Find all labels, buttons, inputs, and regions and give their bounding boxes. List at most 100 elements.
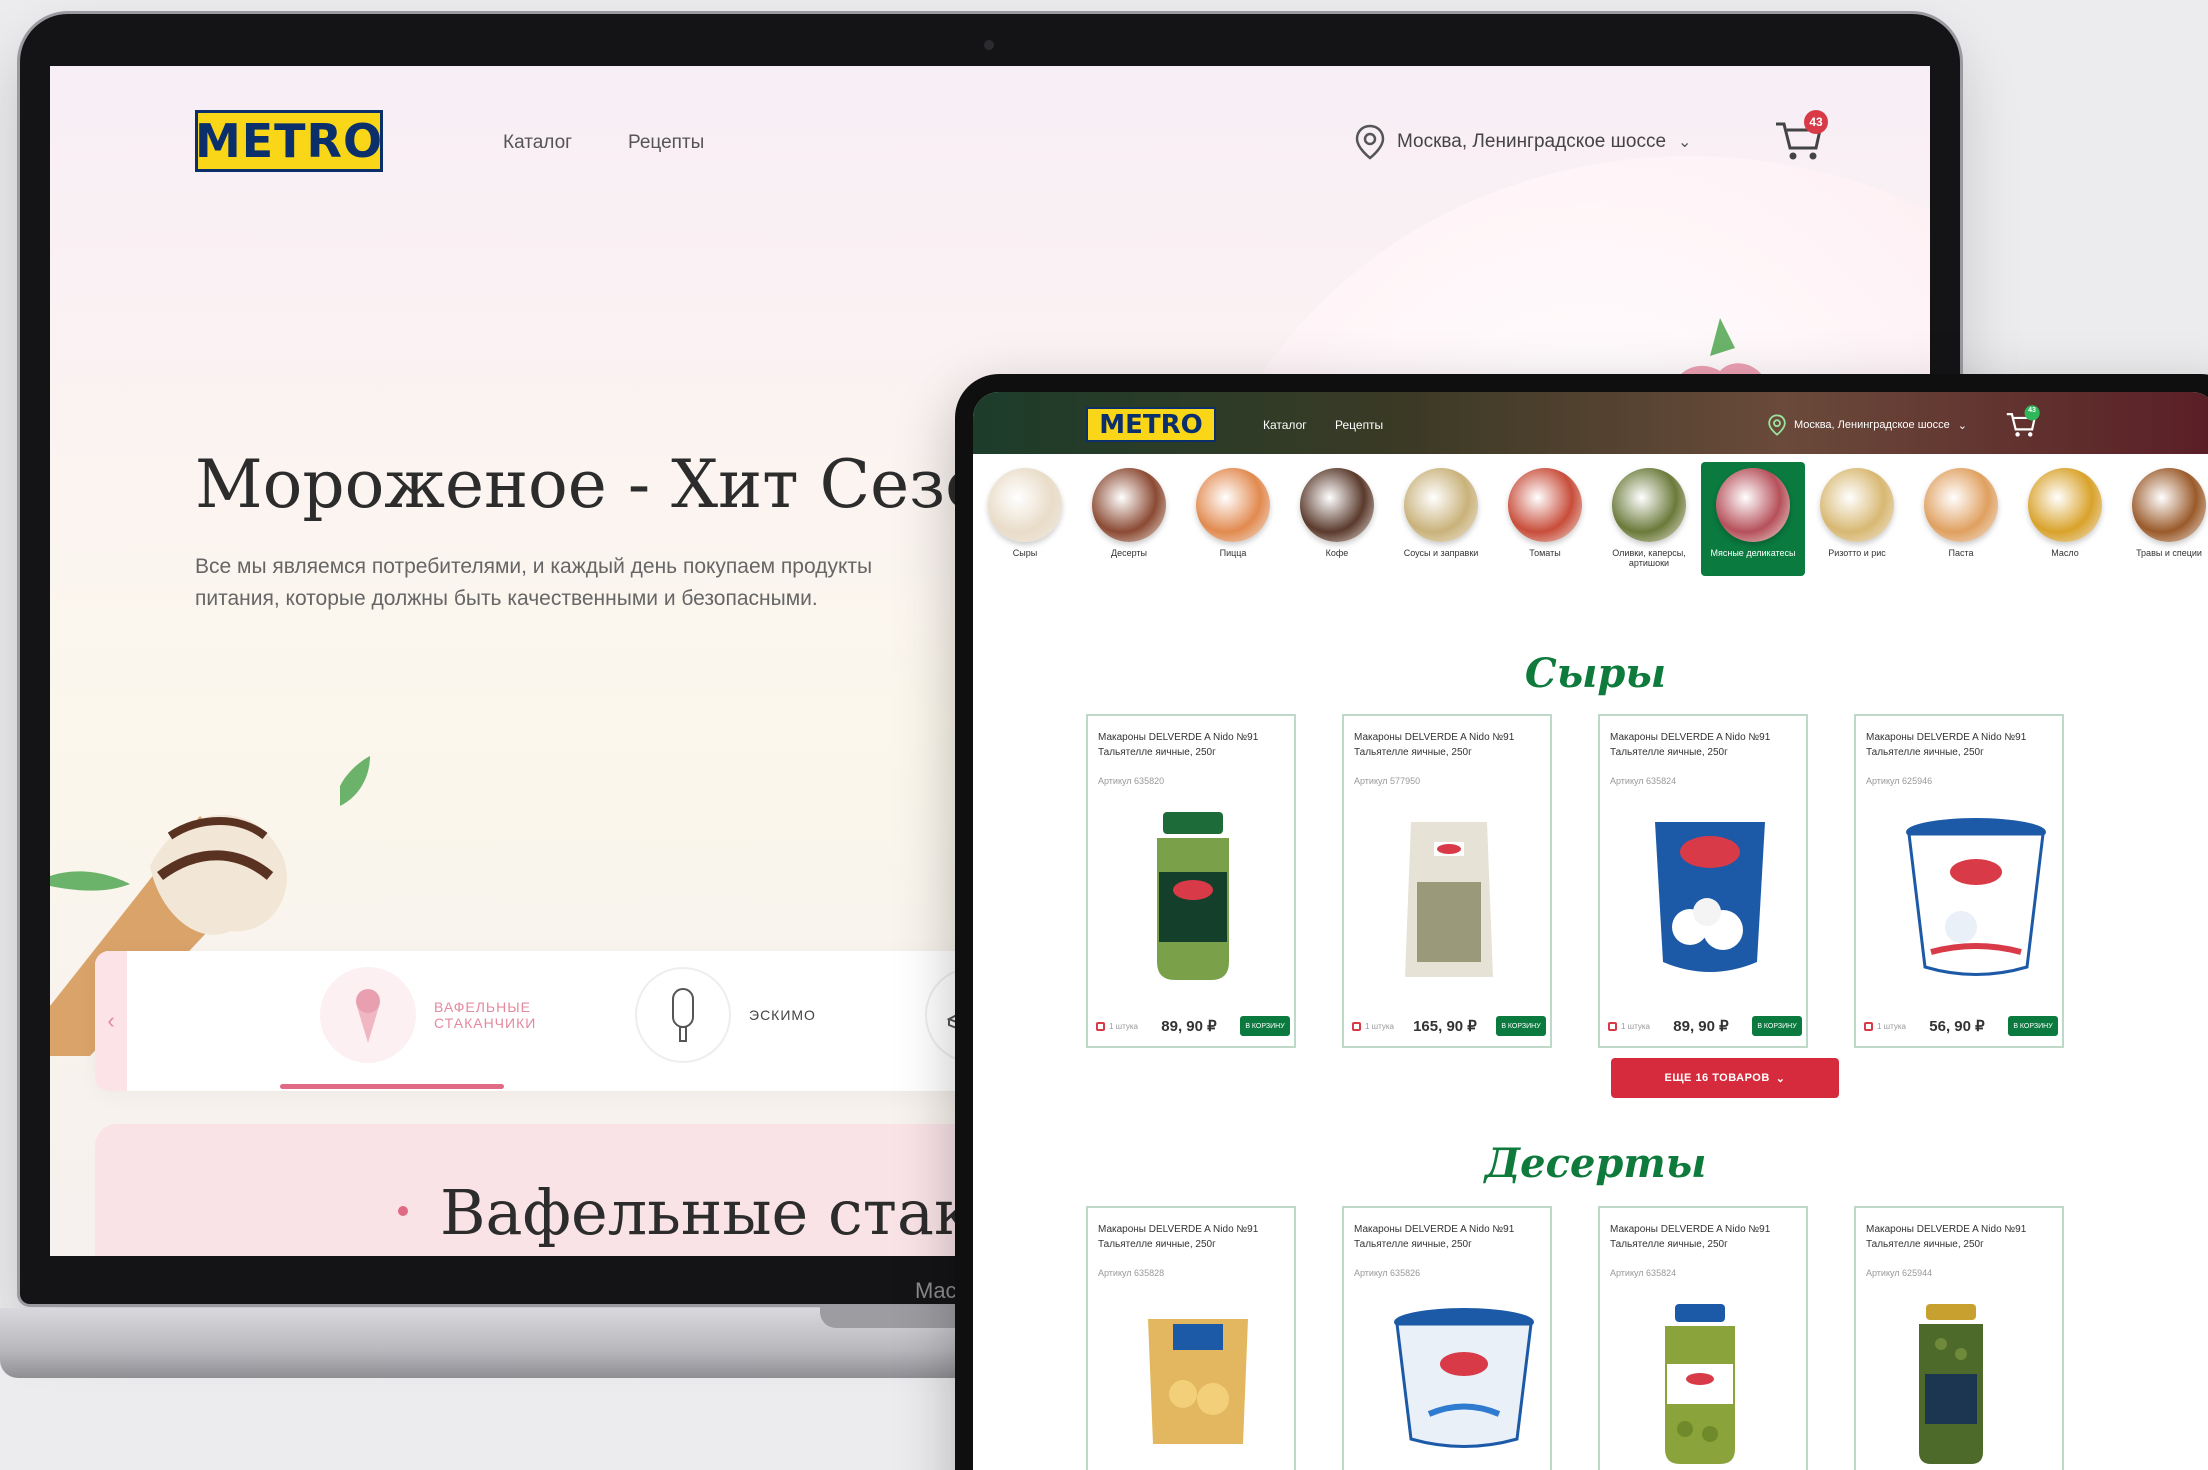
cart-button[interactable]: 43	[1770, 108, 1830, 168]
product-name: Макароны DELVERDE A Nido №91 Тальятелле …	[1610, 1224, 1771, 1250]
product-name: Макароны DELVERDE A Nido №91 Тальятелле …	[1354, 732, 1515, 758]
product-footer: 1 штука 89, 90 ₽ В КОРЗИНУ	[1608, 1016, 1802, 1036]
product-card[interactable]: Макароны DELVERDE A Nido №91 Тальятелле …	[1598, 1206, 1808, 1470]
category-label: Оливки, каперсы, артишоки	[1612, 548, 1686, 568]
hero-description: Все мы являемся потребителями, и каждый …	[195, 555, 873, 610]
product-image	[1133, 812, 1253, 987]
category-label: Ризотто и рис	[1828, 548, 1886, 558]
category-image	[2132, 468, 2206, 542]
product-price: 89, 90 ₽	[1161, 1018, 1217, 1035]
metro-logo[interactable]: METRO	[195, 110, 383, 172]
product-image	[1901, 1304, 2001, 1469]
product-sku: Артикул 635828	[1098, 1268, 1165, 1278]
tablet-frame: METRO Каталог Рецепты Москва, Ленинградс…	[955, 374, 2208, 1470]
category-label: Кофе	[1325, 548, 1349, 558]
unit-selector[interactable]: 1 штука	[1352, 1021, 1394, 1031]
show-more-button[interactable]: ЕЩЕ 16 ТОВАРОВ ⌄	[1611, 1058, 1839, 1098]
category-item[interactable]: Травы и специи	[2117, 462, 2208, 576]
location-pin-icon	[1355, 124, 1385, 160]
product-card[interactable]: Макароны DELVERDE A Nido №91 Тальятелле …	[1598, 714, 1808, 1048]
location-selector[interactable]: Москва, Ленинградское шоссе ⌄	[1768, 414, 1967, 436]
tab-waffle-cups[interactable]: ВАФЕЛЬНЫЕ СТАКАНЧИКИ	[320, 967, 554, 1063]
unit-label: 1 штука	[1621, 1021, 1650, 1031]
category-item[interactable]: Оливки, каперсы, артишоки	[1597, 462, 1701, 576]
cart-button[interactable]: 43	[2003, 404, 2041, 442]
tab-eskimo[interactable]: ЭСКИМО	[635, 967, 816, 1063]
product-image	[1389, 812, 1509, 987]
category-label: Мясные деликатесы	[1710, 548, 1796, 558]
category-item[interactable]: Кофе	[1285, 462, 1389, 576]
product-sku: Артикул 635820	[1098, 776, 1165, 786]
product-card[interactable]: Макароны DELVERDE A Nido №91 Тальятелле …	[1086, 714, 1296, 1048]
section-title-cheeses: Сыры	[1524, 650, 1667, 697]
category-label: Масло	[2051, 548, 2079, 558]
nav-recipes[interactable]: Рецепты	[1335, 418, 1383, 432]
category-label: Соусы и заправки	[1403, 548, 1479, 558]
category-image	[1716, 468, 1790, 542]
tab-label: ВАФЕЛЬНЫЕ СТАКАНЧИКИ	[434, 999, 537, 1031]
nav-recipes[interactable]: Рецепты	[628, 132, 704, 154]
chevron-down-icon: ⌄	[1957, 419, 1967, 432]
product-footer: 1 штука 56, 90 ₽ В КОРЗИНУ	[1864, 1016, 2058, 1036]
product-price: 89, 90 ₽	[1673, 1018, 1729, 1035]
product-name: Макароны DELVERDE A Nido №91 Тальятелле …	[1098, 732, 1259, 758]
nav-catalog[interactable]: Каталог	[503, 132, 572, 154]
product-image	[1645, 1304, 1755, 1469]
chevron-down-icon: ⌄	[1775, 1072, 1786, 1085]
add-to-cart-button[interactable]: В КОРЗИНУ	[2007, 1016, 2058, 1036]
product-image	[1901, 812, 2051, 987]
category-item[interactable]: Соусы и заправки	[1389, 462, 1493, 576]
product-card[interactable]: Макароны DELVERDE A Nido №91 Тальятелле …	[1342, 714, 1552, 1048]
chevron-down-icon: ⌄	[1678, 134, 1692, 151]
camera-icon	[984, 40, 994, 50]
product-sku: Артикул 635826	[1354, 1268, 1421, 1278]
category-item[interactable]: Сыры	[973, 462, 1077, 576]
unit-label: 1 штука	[1109, 1021, 1138, 1031]
product-name: Макароны DELVERDE A Nido №91 Тальятелле …	[1866, 1224, 2027, 1250]
category-item[interactable]: Масло	[2013, 462, 2117, 576]
product-sku: Артикул 635824	[1610, 1268, 1677, 1278]
category-item[interactable]: Томаты	[1493, 462, 1597, 576]
category-image	[1300, 468, 1374, 542]
location-selector[interactable]: Москва, Ленинградское шоссе ⌄	[1355, 124, 1691, 160]
product-sku: Артикул 625946	[1866, 776, 1933, 786]
product-footer: 1 штука 89, 90 ₽ В КОРЗИНУ	[1096, 1016, 1290, 1036]
product-name: Макароны DELVERDE A Nido №91 Тальятелле …	[1354, 1224, 1515, 1250]
nav-catalog[interactable]: Каталог	[1263, 418, 1307, 432]
laptop-header: METRO Каталог Рецепты Москва, Ленинградс…	[50, 66, 1930, 186]
add-to-cart-button[interactable]: В КОРЗИНУ	[1239, 1016, 1290, 1036]
category-item[interactable]: Мясные деликатесы	[1701, 462, 1805, 576]
category-item[interactable]: Пицца	[1181, 462, 1285, 576]
category-label: Паста	[1948, 548, 1974, 558]
add-to-cart-button[interactable]: В КОРЗИНУ	[1751, 1016, 1802, 1036]
product-card[interactable]: Макароны DELVERDE A Nido №91 Тальятелле …	[1086, 1206, 1296, 1470]
product-price: 165, 90 ₽	[1413, 1018, 1477, 1035]
product-card[interactable]: Макароны DELVERDE A Nido №91 Тальятелле …	[1342, 1206, 1552, 1470]
product-card[interactable]: Макароны DELVERDE A Nido №91 Тальятелле …	[1854, 1206, 2064, 1470]
popsicle-icon	[635, 967, 731, 1063]
product-card[interactable]: Макароны DELVERDE A Nido №91 Тальятелле …	[1854, 714, 2064, 1048]
product-name: Макароны DELVERDE A Nido №91 Тальятелле …	[1610, 732, 1771, 758]
product-image	[1645, 812, 1775, 987]
product-name: Макароны DELVERDE A Nido №91 Тальятелле …	[1098, 1224, 1259, 1250]
unit-icon	[1352, 1021, 1361, 1031]
category-label: Пицца	[1219, 548, 1247, 558]
unit-selector[interactable]: 1 штука	[1608, 1021, 1650, 1031]
category-label: Томаты	[1529, 548, 1561, 558]
location-text: Москва, Ленинградское шоссе	[1794, 419, 1950, 431]
category-image	[1508, 468, 1582, 542]
category-image	[1612, 468, 1686, 542]
tabs-prev-button[interactable]: ‹	[95, 951, 127, 1091]
product-sku: Артикул 625944	[1866, 1268, 1933, 1278]
category-item[interactable]: Ризотто и рис	[1805, 462, 1909, 576]
cart-badge: 43	[2028, 407, 2036, 414]
unit-selector[interactable]: 1 штука	[1864, 1021, 1906, 1031]
metro-logo[interactable]: METRO	[1086, 407, 1216, 442]
unit-icon	[1608, 1021, 1617, 1031]
unit-label: 1 штука	[1365, 1021, 1394, 1031]
category-item[interactable]: Паста	[1909, 462, 2013, 576]
category-item[interactable]: Десерты	[1077, 462, 1181, 576]
unit-selector[interactable]: 1 штука	[1096, 1021, 1138, 1031]
add-to-cart-button[interactable]: В КОРЗИНУ	[1495, 1016, 1546, 1036]
product-name: Макароны DELVERDE A Nido №91 Тальятелле …	[1866, 732, 2027, 758]
